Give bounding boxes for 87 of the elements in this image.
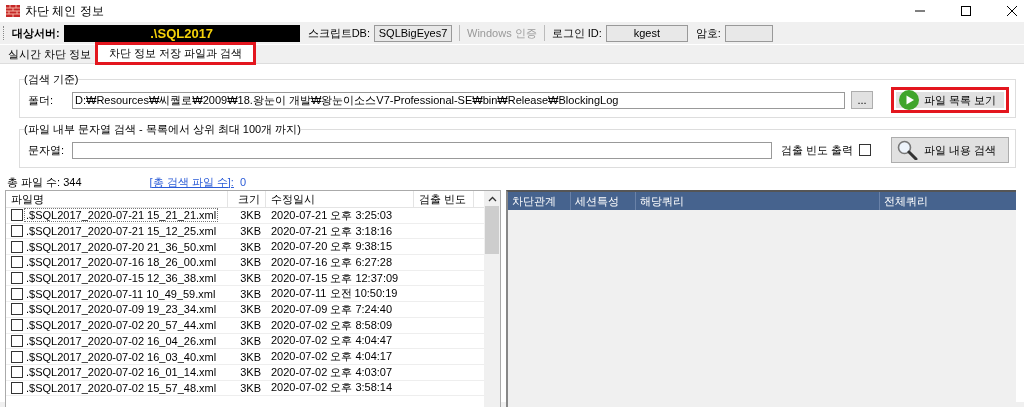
file-name[interactable]: .$SQL2017_2020-07-20 21_36_50.xml: [25, 240, 218, 253]
row-checkbox[interactable]: [11, 209, 23, 222]
magnifier-icon: [897, 140, 919, 160]
row-checkbox[interactable]: [11, 350, 23, 363]
tab[interactable]: 차단 정보 저장 파일과 검색: [97, 44, 255, 63]
modified-date: 2020-07-11 오전 10:50:19: [270, 286, 399, 302]
password-field[interactable]: [724, 24, 773, 42]
browse-button[interactable]: ...: [851, 91, 873, 109]
login-id-label: 로그인 ID:: [551, 25, 602, 41]
row-checkbox[interactable]: [11, 272, 23, 285]
maximize-icon[interactable]: [960, 5, 972, 17]
modified-date: 2020-07-21 오후 3:25:03: [270, 208, 394, 223]
list-files-button[interactable]: 파일 목록 보기: [891, 87, 1009, 113]
file-size: 3KB: [239, 303, 262, 316]
close-icon[interactable]: [1006, 5, 1018, 17]
row-checkbox[interactable]: [11, 303, 23, 316]
file-name[interactable]: .$SQL2017_2020-07-16 18_26_00.xml: [25, 256, 218, 269]
server-field[interactable]: .\SQL2017: [63, 24, 300, 42]
column-header[interactable]: 전체쿼리: [880, 192, 1016, 210]
file-name[interactable]: .$SQL2017_2020-07-02 16_04_26.xml: [25, 334, 218, 347]
file-name[interactable]: .$SQL2017_2020-07-21 15_12_25.xml: [25, 225, 218, 238]
row-checkbox[interactable]: [11, 366, 23, 379]
column-header[interactable]: 수정일시: [266, 191, 414, 207]
server-label: 대상서버:: [12, 25, 60, 41]
row-checkbox[interactable]: [11, 319, 23, 332]
file-size: 3KB: [239, 381, 262, 394]
script-db-field[interactable]: SQLBigEyes7: [374, 24, 452, 42]
modified-date: 2020-07-09 오후 7:24:40: [270, 302, 394, 317]
modified-date: 2020-07-15 오후 12:37:09: [270, 270, 400, 286]
file-size: 3KB: [239, 240, 262, 253]
file-name[interactable]: .$SQL2017_2020-07-21 15_21_21.xml: [25, 209, 218, 222]
password-label: 암호:: [695, 25, 721, 41]
string-label: 문자열:: [28, 142, 66, 158]
column-header[interactable]: 크기: [228, 191, 266, 207]
modified-date: 2020-07-21 오후 3:18:16: [270, 223, 394, 239]
row-checkbox[interactable]: [11, 334, 23, 347]
scroll-up-icon[interactable]: [487, 196, 497, 202]
group-legend: (검색 기준): [24, 72, 79, 87]
brick-wall-icon: [6, 4, 20, 18]
file-size: 3KB: [239, 225, 262, 238]
file-name[interactable]: .$SQL2017_2020-07-02 15_57_48.xml: [25, 381, 218, 394]
column-header[interactable]: 세션특성: [571, 192, 636, 210]
row-checkbox[interactable]: [11, 381, 23, 394]
modified-date: 2020-07-02 오후 4:04:47: [270, 333, 394, 349]
scrollbar-thumb[interactable]: [485, 206, 499, 254]
login-id-field[interactable]: kgest: [605, 24, 688, 42]
column-header[interactable]: 차단관계: [508, 192, 571, 210]
file-size: 3KB: [239, 272, 262, 285]
window-title: 차단 체인 정보: [25, 2, 104, 20]
file-name[interactable]: .$SQL2017_2020-07-11 10_49_59.xml: [25, 287, 217, 300]
column-header[interactable]: 검출 빈도: [414, 191, 474, 207]
frequency-checkbox[interactable]: [859, 144, 871, 156]
frequency-label: 검출 빈도 출력: [780, 142, 853, 158]
column-header[interactable]: 파일명: [6, 191, 228, 207]
file-size: 3KB: [239, 256, 262, 269]
row-checkbox[interactable]: [11, 240, 23, 253]
modified-date: 2020-07-02 오후 8:58:09: [270, 317, 394, 333]
search-content-button[interactable]: 파일 내용 검색: [891, 137, 1009, 163]
file-size: 3KB: [239, 319, 262, 332]
total-files-label: 총 파일 수: 344: [7, 174, 82, 190]
modified-date: 2020-07-02 오후 4:04:17: [270, 349, 394, 364]
file-size: 3KB: [239, 366, 262, 379]
row-checkbox[interactable]: [11, 256, 23, 269]
modified-date: 2020-07-20 오후 9:38:15: [270, 239, 394, 255]
file-name[interactable]: .$SQL2017_2020-07-15 12_36_38.xml: [25, 272, 218, 285]
found-files-link[interactable]: [총 검색 파일 수]:: [149, 174, 234, 190]
file-size: 3KB: [239, 287, 262, 300]
column-header[interactable]: 해당쿼리: [636, 192, 880, 210]
found-files-count: 0: [239, 176, 247, 188]
file-size: 3KB: [239, 334, 262, 347]
file-name[interactable]: .$SQL2017_2020-07-02 16_01_14.xml: [25, 366, 218, 379]
script-db-label: 스크립트DB:: [307, 25, 370, 41]
folder-field[interactable]: D:₩Resources₩씨퀄로₩2009₩18.왕눈이 개발₩왕눈이소스V7-Professional-SE₩bin₩Release₩BlockingLog: [72, 91, 845, 109]
play-icon: [899, 90, 919, 110]
modified-date: 2020-07-02 오후 4:03:07: [270, 364, 394, 380]
file-size: 3KB: [239, 209, 262, 222]
file-name[interactable]: .$SQL2017_2020-07-09 19_23_34.xml: [25, 303, 218, 316]
file-name[interactable]: .$SQL2017_2020-07-02 16_03_40.xml: [25, 350, 218, 363]
row-checkbox[interactable]: [11, 287, 23, 300]
folder-label: 폴더:: [28, 92, 55, 108]
string-field[interactable]: [72, 141, 772, 159]
modified-date: 2020-07-02 오후 3:58:14: [270, 380, 394, 396]
group-legend: (파일 내부 문자열 검색 - 목록에서 상위 최대 100개 까지): [24, 122, 301, 137]
file-size: 3KB: [239, 350, 262, 363]
modified-date: 2020-07-16 오후 6:27:28: [270, 255, 394, 270]
row-checkbox[interactable]: [11, 225, 23, 238]
file-name[interactable]: .$SQL2017_2020-07-02 20_57_44.xml: [25, 319, 218, 332]
